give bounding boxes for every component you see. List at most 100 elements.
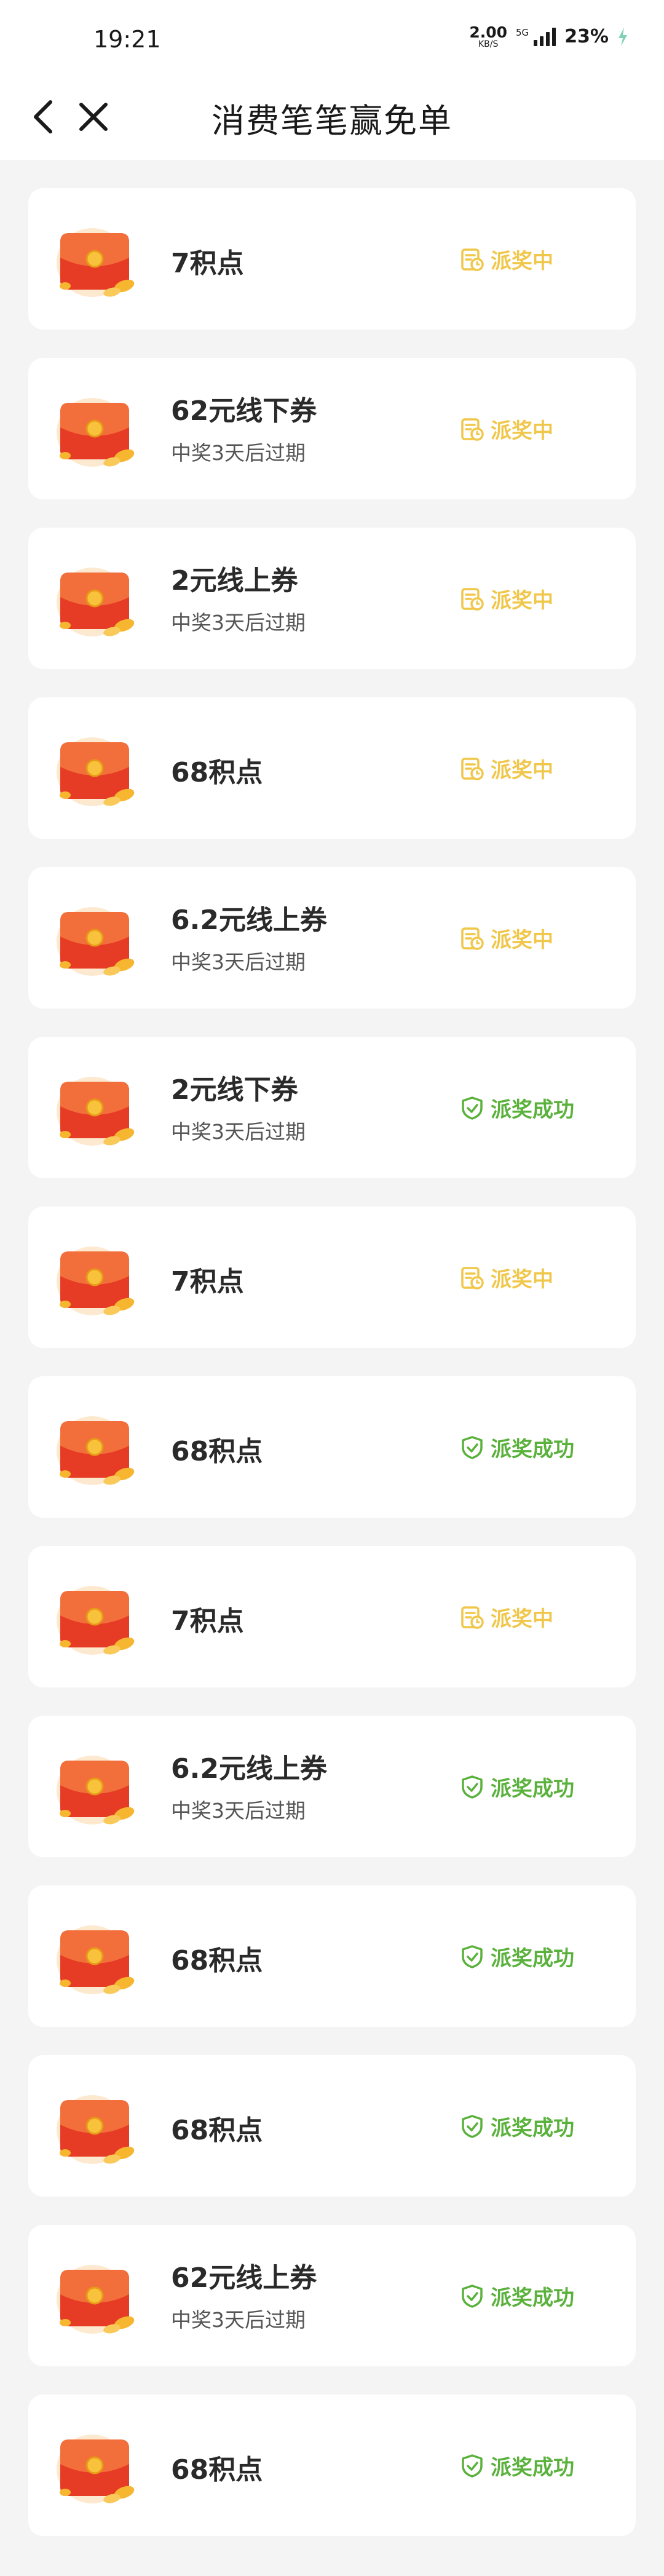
status-label: 派奖成功 [491,2455,574,2480]
status-success: 派奖成功 [460,2281,574,2311]
red-envelope-icon [57,1077,135,1146]
status-pending: 派奖中 [460,923,553,953]
network-speed-unit: KB/S [478,39,499,49]
red-envelope-icon [57,907,135,976]
status-label: 派奖中 [491,589,553,613]
status-success: 派奖成功 [460,1772,574,1802]
prize-expiry-note: 中奖3天后过期 [171,2308,306,2332]
prize-card[interactable]: 2元线下券中奖3天后过期 派奖成功 [28,1037,636,1178]
status-pending: 派奖中 [460,244,553,274]
prize-name: 7积点 [171,1606,244,1637]
red-envelope-icon [57,2435,135,2503]
status-success: 派奖成功 [460,1093,574,1123]
prize-name: 62元线上券 [171,2262,317,2294]
prize-card[interactable]: 68积点 派奖成功 [28,2395,636,2536]
prize-card[interactable]: 68积点 派奖成功 [28,2055,636,2197]
red-envelope-icon [57,1586,135,1655]
success-shield-icon [462,2284,483,2308]
prize-name: 2元线上券 [171,565,298,596]
success-shield-icon [462,1096,483,1120]
network-speed-value: 2.00 [469,23,508,41]
red-envelope-icon [57,737,135,806]
network-speed: 2.00 KB/S [469,25,507,49]
prize-card[interactable]: 68积点 派奖成功 [28,1885,636,2027]
status-label: 派奖成功 [491,2116,574,2141]
status-pending: 派奖中 [460,753,553,783]
prize-card[interactable]: 68积点 派奖中 [28,697,636,839]
status-label: 派奖中 [491,249,553,274]
status-success: 派奖成功 [460,2451,574,2481]
status-label: 派奖成功 [491,1098,574,1122]
status-pending: 派奖中 [460,584,553,614]
status-label: 派奖中 [491,1267,553,1292]
status-label: 派奖成功 [491,1946,574,1971]
navigation-bar: 消费笔笔赢免单 [0,74,664,160]
status-label: 派奖中 [491,419,553,443]
prize-expiry-note: 中奖3天后过期 [171,950,306,974]
prize-card[interactable]: 2元线上券中奖3天后过期 派奖中 [28,528,636,669]
prize-name: 6.2元线上券 [171,905,327,936]
status-success: 派奖成功 [460,1941,574,1972]
status-label: 派奖中 [491,1607,553,1631]
status-pending: 派奖中 [460,1602,553,1632]
success-shield-icon [462,1775,483,1799]
pending-status-icon [461,757,484,780]
status-success: 派奖成功 [460,2111,574,2141]
success-shield-icon [462,1435,483,1459]
prize-card[interactable]: 7积点 派奖中 [28,188,636,330]
pending-status-icon [461,1266,484,1290]
prize-name: 68积点 [171,2454,263,2486]
network-type-label: 5G [516,27,529,38]
red-envelope-icon [57,568,135,636]
red-envelope-icon [57,228,135,297]
status-label: 派奖中 [491,928,553,953]
status-label: 派奖成功 [491,1777,574,1801]
success-shield-icon [462,1944,483,1968]
pending-status-icon [461,927,484,950]
status-pending: 派奖中 [460,414,553,444]
red-envelope-icon [57,1246,135,1315]
prize-name: 68积点 [171,2115,263,2146]
status-time: 19:21 [93,26,161,53]
prize-card[interactable]: 7积点 派奖中 [28,1207,636,1348]
pending-status-icon [461,248,484,271]
success-shield-icon [462,2114,483,2138]
prize-expiry-note: 中奖3天后过期 [171,441,306,465]
prize-expiry-note: 中奖3天后过期 [171,1120,306,1144]
prize-card[interactable]: 62元线上券中奖3天后过期 派奖成功 [28,2225,636,2366]
red-envelope-icon [57,2095,135,2164]
pending-status-icon [461,587,484,611]
battery-percent: 23% [564,26,609,47]
prize-name: 7积点 [171,248,244,279]
pending-status-icon [461,418,484,441]
success-shield-icon [462,2454,483,2478]
status-label: 派奖成功 [491,1437,574,1462]
status-label: 派奖中 [491,758,553,783]
prize-card[interactable]: 7积点 派奖中 [28,1546,636,1687]
status-success: 派奖成功 [460,1432,574,1462]
prize-card[interactable]: 6.2元线上券中奖3天后过期 派奖中 [28,867,636,1009]
prize-expiry-note: 中奖3天后过期 [171,611,306,635]
status-pending: 派奖中 [460,1262,553,1293]
signal-strength-icon [534,27,556,46]
status-bar: 19:21 2.00 KB/S 5G 23% [0,0,664,74]
red-envelope-icon [57,1925,135,1994]
status-indicators: 2.00 KB/S 5G 23% [469,25,628,49]
red-envelope-icon [57,2265,135,2334]
prize-name: 68积点 [171,1945,263,1976]
prize-expiry-note: 中奖3天后过期 [171,1799,306,1823]
prize-name: 7积点 [171,1266,244,1298]
prize-name: 68积点 [171,1436,263,1467]
red-envelope-icon [57,1756,135,1825]
red-envelope-icon [57,1416,135,1485]
prize-name: 6.2元线上券 [171,1753,327,1785]
prize-name: 2元线下券 [171,1074,298,1106]
red-envelope-icon [57,398,135,467]
prize-card[interactable]: 68积点 派奖成功 [28,1376,636,1518]
prize-card[interactable]: 6.2元线上券中奖3天后过期 派奖成功 [28,1716,636,1857]
prize-card[interactable]: 62元线下券中奖3天后过期 派奖中 [28,358,636,499]
status-label: 派奖成功 [491,2286,574,2310]
charging-icon [619,27,627,46]
pending-status-icon [461,1606,484,1629]
prize-name: 62元线下券 [171,395,317,427]
